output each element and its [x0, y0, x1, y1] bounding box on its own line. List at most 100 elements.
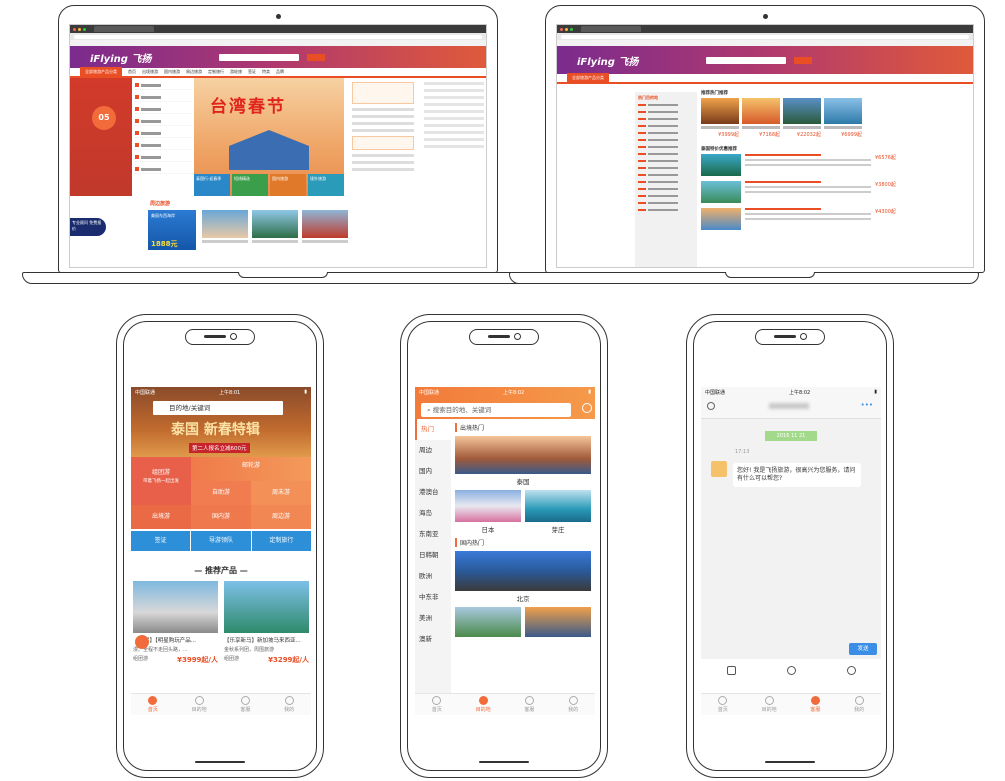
region-item[interactable]: 国内 [415, 461, 451, 482]
sidebar-row[interactable] [638, 153, 694, 155]
custom-trip-button[interactable]: 定制旅行 [251, 531, 311, 551]
category-item[interactable] [135, 129, 191, 138]
site-logo[interactable]: iFlying 飞扬 [90, 50, 151, 65]
region-item[interactable]: 周边 [415, 440, 451, 461]
banner-tile[interactable]: 短线精选 [232, 174, 268, 196]
nav-item[interactable]: 品牌 [276, 69, 284, 75]
product-thumb[interactable] [202, 210, 248, 238]
category-item[interactable] [135, 81, 191, 90]
coupon-card[interactable] [352, 136, 414, 150]
nav-item[interactable]: 周边旅游 [186, 69, 202, 75]
nav-item[interactable]: 游轮旅 [230, 69, 242, 75]
sidebar-row[interactable] [638, 174, 694, 176]
coupon-card[interactable] [352, 82, 414, 104]
search-button[interactable] [794, 56, 813, 64]
region-item[interactable]: 海岛 [415, 503, 451, 524]
list-item[interactable]: ¥3800起 [701, 181, 901, 203]
nav-item[interactable]: 定制旅行 [208, 69, 224, 75]
tab-service[interactable]: 客服 [240, 696, 250, 713]
tab-service[interactable]: 客服 [524, 696, 534, 713]
tab-destination[interactable]: 目的地 [476, 696, 491, 713]
minimize-dot[interactable] [78, 27, 81, 31]
maximize-dot[interactable] [83, 27, 86, 31]
dest-card-thailand[interactable]: 泰国 [455, 436, 591, 486]
region-item[interactable]: 东南亚 [415, 524, 451, 545]
product-card[interactable]: ¥22032起 [783, 98, 821, 138]
sidebar-row[interactable] [638, 125, 694, 127]
category-item[interactable] [135, 93, 191, 102]
product-thumb[interactable] [302, 210, 348, 238]
maximize-dot[interactable] [570, 27, 573, 31]
browser-tab[interactable] [581, 26, 641, 32]
dest-card-beijing[interactable]: 北京 [455, 551, 591, 603]
grid-nearby[interactable]: 周边游 [251, 505, 311, 529]
category-item[interactable] [135, 165, 191, 174]
category-menu[interactable]: 全部旅游产品分类 [567, 73, 609, 83]
tab-home[interactable]: 首页 [148, 696, 158, 713]
category-item[interactable] [135, 141, 191, 150]
dest-card[interactable] [455, 607, 521, 637]
dest-card-japan[interactable]: 日本 [455, 490, 521, 538]
phone-call-icon[interactable] [135, 635, 149, 649]
grid-tour[interactable]: 组团游 带着飞扬一起出发 [131, 457, 191, 505]
category-item[interactable] [135, 153, 191, 162]
url-field[interactable] [74, 34, 482, 39]
banner-tile[interactable]: 泰国行·迎春季 [194, 174, 230, 196]
grid-domestic[interactable]: 国内游 [191, 505, 251, 529]
grid-outbound[interactable]: 出境游 [131, 505, 191, 529]
list-item[interactable]: ¥6576起 [701, 154, 901, 176]
category-item[interactable] [135, 105, 191, 114]
tab-destination[interactable]: 目的地 [762, 696, 777, 713]
product-card[interactable]: 【乐享新马】新加坡马来西亚... 金秋系列团，周围旅游 组团游 ¥3299起/人 [224, 581, 309, 665]
tab-home[interactable]: 首页 [718, 696, 728, 713]
address-bar[interactable] [557, 33, 973, 40]
visa-button[interactable]: 签证 [131, 531, 191, 551]
grid-cruise[interactable]: 邮轮游 [191, 457, 311, 481]
product-card[interactable]: ¥6999起 [824, 98, 862, 138]
close-dot[interactable] [560, 27, 563, 31]
sidebar-row[interactable] [638, 181, 694, 183]
nav-item[interactable]: 特卖 [262, 69, 270, 75]
product-card[interactable]: ¥7168起 [742, 98, 780, 138]
sidebar-row[interactable] [638, 167, 694, 169]
sidebar-row[interactable] [638, 195, 694, 197]
search-input[interactable] [706, 56, 787, 64]
image-icon[interactable] [726, 665, 736, 675]
minimize-dot[interactable] [565, 27, 568, 31]
sidebar-row[interactable] [638, 139, 694, 141]
nav-item[interactable]: 国内旅游 [164, 69, 180, 75]
tab-home[interactable]: 首页 [432, 696, 442, 713]
product-card[interactable]: ¥3999起 [701, 98, 739, 138]
sidebar-row[interactable] [638, 188, 694, 190]
sidebar-row[interactable] [638, 160, 694, 162]
consultant-badge[interactable]: 专业顾问 免费报价 [70, 218, 106, 236]
hero-banner[interactable]: 中国联通 上午8:01 ▮ 目的地/关键词 泰国 新春特辑 第二人报名立减600… [131, 387, 311, 457]
tab-profile[interactable]: 我的 [568, 696, 578, 713]
search-input[interactable]: ⌕ 搜索目的地、关键词 [421, 403, 571, 417]
sidebar-row[interactable] [638, 104, 694, 106]
list-item[interactable]: ¥4300起 [701, 208, 901, 230]
nav-item[interactable]: 签证 [248, 69, 256, 75]
region-item[interactable]: 热门 [415, 419, 451, 440]
dest-card-nhatrang[interactable]: 芽庄 [525, 490, 591, 538]
tab-profile[interactable]: 我的 [854, 696, 864, 713]
promo-card[interactable]: 美丽东西海岸 1888元 [148, 210, 196, 250]
more-icon[interactable]: ••• [861, 401, 873, 409]
region-item[interactable]: 澳新 [415, 629, 451, 650]
search-input[interactable]: 目的地/关键词 [153, 401, 283, 415]
region-item[interactable]: 中东非 [415, 587, 451, 608]
guide-button[interactable]: 导游领队 [191, 531, 251, 551]
region-item[interactable]: 美洲 [415, 608, 451, 629]
sidebar-row[interactable] [638, 146, 694, 148]
product-card[interactable]: 【自驾】【明星购玩产品... 漫。全程不走回头路，... 组团游 ¥3999起/… [133, 581, 218, 665]
search-button[interactable] [307, 53, 326, 61]
nav-item[interactable]: 出境旅游 [142, 69, 158, 75]
category-menu[interactable]: 全部旅游产品分类 [80, 67, 122, 77]
region-item[interactable]: 欧洲 [415, 566, 451, 587]
region-item[interactable]: 日韩朝 [415, 545, 451, 566]
region-item[interactable]: 港澳台 [415, 482, 451, 503]
close-dot[interactable] [73, 27, 76, 31]
dest-card[interactable] [525, 607, 591, 637]
banner-tile[interactable]: 境外旅游 [308, 174, 344, 196]
tab-destination[interactable]: 目的地 [192, 696, 207, 713]
